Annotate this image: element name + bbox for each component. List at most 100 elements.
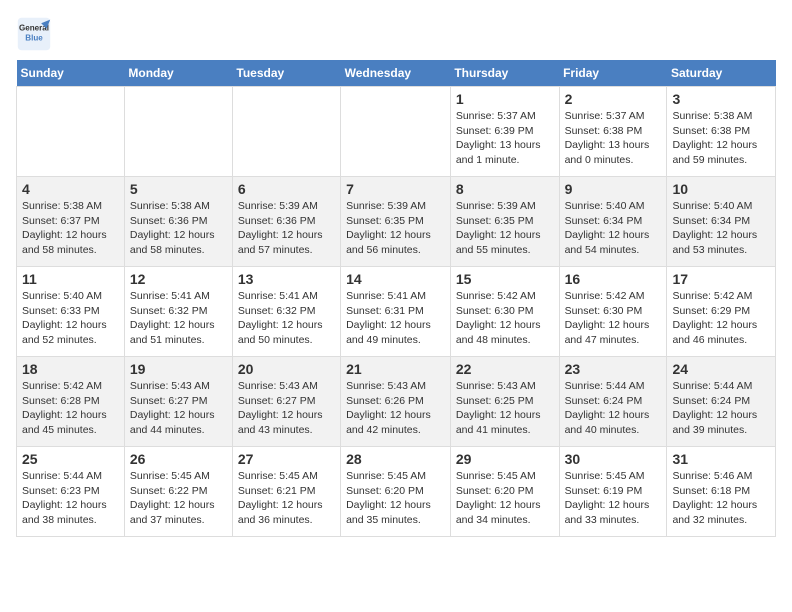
calendar-week: 11 Sunrise: 5:40 AM Sunset: 6:33 PM Dayli…: [17, 267, 776, 357]
day-number: 1: [456, 91, 554, 107]
calendar-cell: 6 Sunrise: 5:39 AM Sunset: 6:36 PM Daylig…: [232, 177, 340, 267]
day-info: Sunrise: 5:42 AM Sunset: 6:30 PM Dayligh…: [565, 289, 662, 348]
day-info: Sunrise: 5:44 AM Sunset: 6:23 PM Dayligh…: [22, 469, 119, 528]
day-number: 13: [238, 271, 335, 287]
calendar-cell: 24 Sunrise: 5:44 AM Sunset: 6:24 PM Dayli…: [667, 357, 776, 447]
calendar-cell: 23 Sunrise: 5:44 AM Sunset: 6:24 PM Dayli…: [559, 357, 667, 447]
weekday-header: Thursday: [450, 60, 559, 87]
calendar-cell: 4 Sunrise: 5:38 AM Sunset: 6:37 PM Daylig…: [17, 177, 125, 267]
day-info: Sunrise: 5:42 AM Sunset: 6:30 PM Dayligh…: [456, 289, 554, 348]
day-info: Sunrise: 5:41 AM Sunset: 6:31 PM Dayligh…: [346, 289, 445, 348]
calendar-cell: 27Sunrise: 5:45 AM Sunset: 6:21 PM Dayli…: [232, 447, 340, 537]
day-number: 3: [672, 91, 770, 107]
calendar-cell: 8 Sunrise: 5:39 AM Sunset: 6:35 PM Daylig…: [450, 177, 559, 267]
day-info: Sunrise: 5:37 AM Sunset: 6:38 PM Dayligh…: [565, 109, 662, 168]
day-number: 9: [565, 181, 662, 197]
calendar-week: 4 Sunrise: 5:38 AM Sunset: 6:37 PM Daylig…: [17, 177, 776, 267]
day-info: Sunrise: 5:46 AM Sunset: 6:18 PM Dayligh…: [672, 469, 770, 528]
calendar-cell: 7 Sunrise: 5:39 AM Sunset: 6:35 PM Daylig…: [341, 177, 451, 267]
day-number: 15: [456, 271, 554, 287]
logo: General Blue: [16, 16, 52, 52]
calendar-table: SundayMondayTuesdayWednesdayThursdayFrid…: [16, 60, 776, 537]
day-info: Sunrise: 5:42 AM Sunset: 6:29 PM Dayligh…: [672, 289, 770, 348]
calendar-cell: 10Sunrise: 5:40 AM Sunset: 6:34 PM Dayli…: [667, 177, 776, 267]
calendar-cell: 2 Sunrise: 5:37 AM Sunset: 6:38 PM Daylig…: [559, 87, 667, 177]
day-number: 21: [346, 361, 445, 377]
day-number: 28: [346, 451, 445, 467]
day-number: 5: [130, 181, 227, 197]
calendar-cell: [232, 87, 340, 177]
day-info: Sunrise: 5:39 AM Sunset: 6:35 PM Dayligh…: [456, 199, 554, 258]
calendar-cell: 17 Sunrise: 5:42 AM Sunset: 6:29 PM Dayli…: [667, 267, 776, 357]
day-number: 12: [130, 271, 227, 287]
weekday-header: Tuesday: [232, 60, 340, 87]
calendar-cell: 13 Sunrise: 5:41 AM Sunset: 6:32 PM Dayli…: [232, 267, 340, 357]
day-info: Sunrise: 5:44 AM Sunset: 6:24 PM Dayligh…: [672, 379, 770, 438]
day-number: 31: [672, 451, 770, 467]
calendar-cell: 30 Sunrise: 5:45 AM Sunset: 6:19 PM Dayli…: [559, 447, 667, 537]
day-info: Sunrise: 5:40 AM Sunset: 6:33 PM Dayligh…: [22, 289, 119, 348]
day-number: 16: [565, 271, 662, 287]
day-info: Sunrise: 5:45 AM Sunset: 6:20 PM Dayligh…: [456, 469, 554, 528]
header: General Blue: [16, 16, 776, 52]
day-number: 24: [672, 361, 770, 377]
weekday-header: Saturday: [667, 60, 776, 87]
calendar-cell: 1 Sunrise: 5:37 AM Sunset: 6:39 PM Daylig…: [450, 87, 559, 177]
calendar-cell: 16 Sunrise: 5:42 AM Sunset: 6:30 PM Dayli…: [559, 267, 667, 357]
svg-text:Blue: Blue: [25, 33, 43, 42]
calendar-cell: 12 Sunrise: 5:41 AM Sunset: 6:32 PM Dayli…: [124, 267, 232, 357]
day-number: 29: [456, 451, 554, 467]
day-number: 23: [565, 361, 662, 377]
day-number: 30: [565, 451, 662, 467]
calendar-cell: 31 Sunrise: 5:46 AM Sunset: 6:18 PM Dayli…: [667, 447, 776, 537]
day-number: 20: [238, 361, 335, 377]
calendar-cell: 19Sunrise: 5:43 AM Sunset: 6:27 PM Dayli…: [124, 357, 232, 447]
calendar-cell: 5Sunrise: 5:38 AM Sunset: 6:36 PM Daylig…: [124, 177, 232, 267]
day-info: Sunrise: 5:39 AM Sunset: 6:35 PM Dayligh…: [346, 199, 445, 258]
day-number: 25: [22, 451, 119, 467]
weekday-header: Sunday: [17, 60, 125, 87]
day-number: 26: [130, 451, 227, 467]
day-info: Sunrise: 5:38 AM Sunset: 6:37 PM Dayligh…: [22, 199, 119, 258]
day-number: 6: [238, 181, 335, 197]
calendar-cell: 20Sunrise: 5:43 AM Sunset: 6:27 PM Dayli…: [232, 357, 340, 447]
calendar-week: 25 Sunrise: 5:44 AM Sunset: 6:23 PM Dayli…: [17, 447, 776, 537]
calendar-cell: 14 Sunrise: 5:41 AM Sunset: 6:31 PM Dayli…: [341, 267, 451, 357]
calendar-cell: 21 Sunrise: 5:43 AM Sunset: 6:26 PM Dayli…: [341, 357, 451, 447]
day-info: Sunrise: 5:41 AM Sunset: 6:32 PM Dayligh…: [130, 289, 227, 348]
day-number: 8: [456, 181, 554, 197]
day-info: Sunrise: 5:40 AM Sunset: 6:34 PM Dayligh…: [565, 199, 662, 258]
calendar-cell: 3 Sunrise: 5:38 AM Sunset: 6:38 PM Daylig…: [667, 87, 776, 177]
calendar-week: 18Sunrise: 5:42 AM Sunset: 6:28 PM Dayli…: [17, 357, 776, 447]
logo-icon: General Blue: [16, 16, 52, 52]
calendar-cell: 25 Sunrise: 5:44 AM Sunset: 6:23 PM Dayli…: [17, 447, 125, 537]
day-info: Sunrise: 5:43 AM Sunset: 6:25 PM Dayligh…: [456, 379, 554, 438]
day-info: Sunrise: 5:44 AM Sunset: 6:24 PM Dayligh…: [565, 379, 662, 438]
day-number: 11: [22, 271, 119, 287]
calendar-week: 1 Sunrise: 5:37 AM Sunset: 6:39 PM Daylig…: [17, 87, 776, 177]
calendar-cell: 26Sunrise: 5:45 AM Sunset: 6:22 PM Dayli…: [124, 447, 232, 537]
day-info: Sunrise: 5:37 AM Sunset: 6:39 PM Dayligh…: [456, 109, 554, 168]
calendar-cell: [17, 87, 125, 177]
day-number: 17: [672, 271, 770, 287]
day-info: Sunrise: 5:39 AM Sunset: 6:36 PM Dayligh…: [238, 199, 335, 258]
day-number: 18: [22, 361, 119, 377]
calendar-cell: 9 Sunrise: 5:40 AM Sunset: 6:34 PM Daylig…: [559, 177, 667, 267]
day-number: 7: [346, 181, 445, 197]
day-info: Sunrise: 5:38 AM Sunset: 6:38 PM Dayligh…: [672, 109, 770, 168]
calendar-cell: 29 Sunrise: 5:45 AM Sunset: 6:20 PM Dayli…: [450, 447, 559, 537]
weekday-header: Wednesday: [341, 60, 451, 87]
day-number: 4: [22, 181, 119, 197]
weekday-header: Friday: [559, 60, 667, 87]
day-number: 14: [346, 271, 445, 287]
calendar-cell: 11 Sunrise: 5:40 AM Sunset: 6:33 PM Dayli…: [17, 267, 125, 357]
calendar-cell: 18Sunrise: 5:42 AM Sunset: 6:28 PM Dayli…: [17, 357, 125, 447]
day-info: Sunrise: 5:40 AM Sunset: 6:34 PM Dayligh…: [672, 199, 770, 258]
day-info: Sunrise: 5:45 AM Sunset: 6:19 PM Dayligh…: [565, 469, 662, 528]
day-info: Sunrise: 5:43 AM Sunset: 6:26 PM Dayligh…: [346, 379, 445, 438]
day-number: 2: [565, 91, 662, 107]
day-info: Sunrise: 5:41 AM Sunset: 6:32 PM Dayligh…: [238, 289, 335, 348]
calendar-cell: 22 Sunrise: 5:43 AM Sunset: 6:25 PM Dayli…: [450, 357, 559, 447]
day-number: 22: [456, 361, 554, 377]
calendar-cell: [124, 87, 232, 177]
